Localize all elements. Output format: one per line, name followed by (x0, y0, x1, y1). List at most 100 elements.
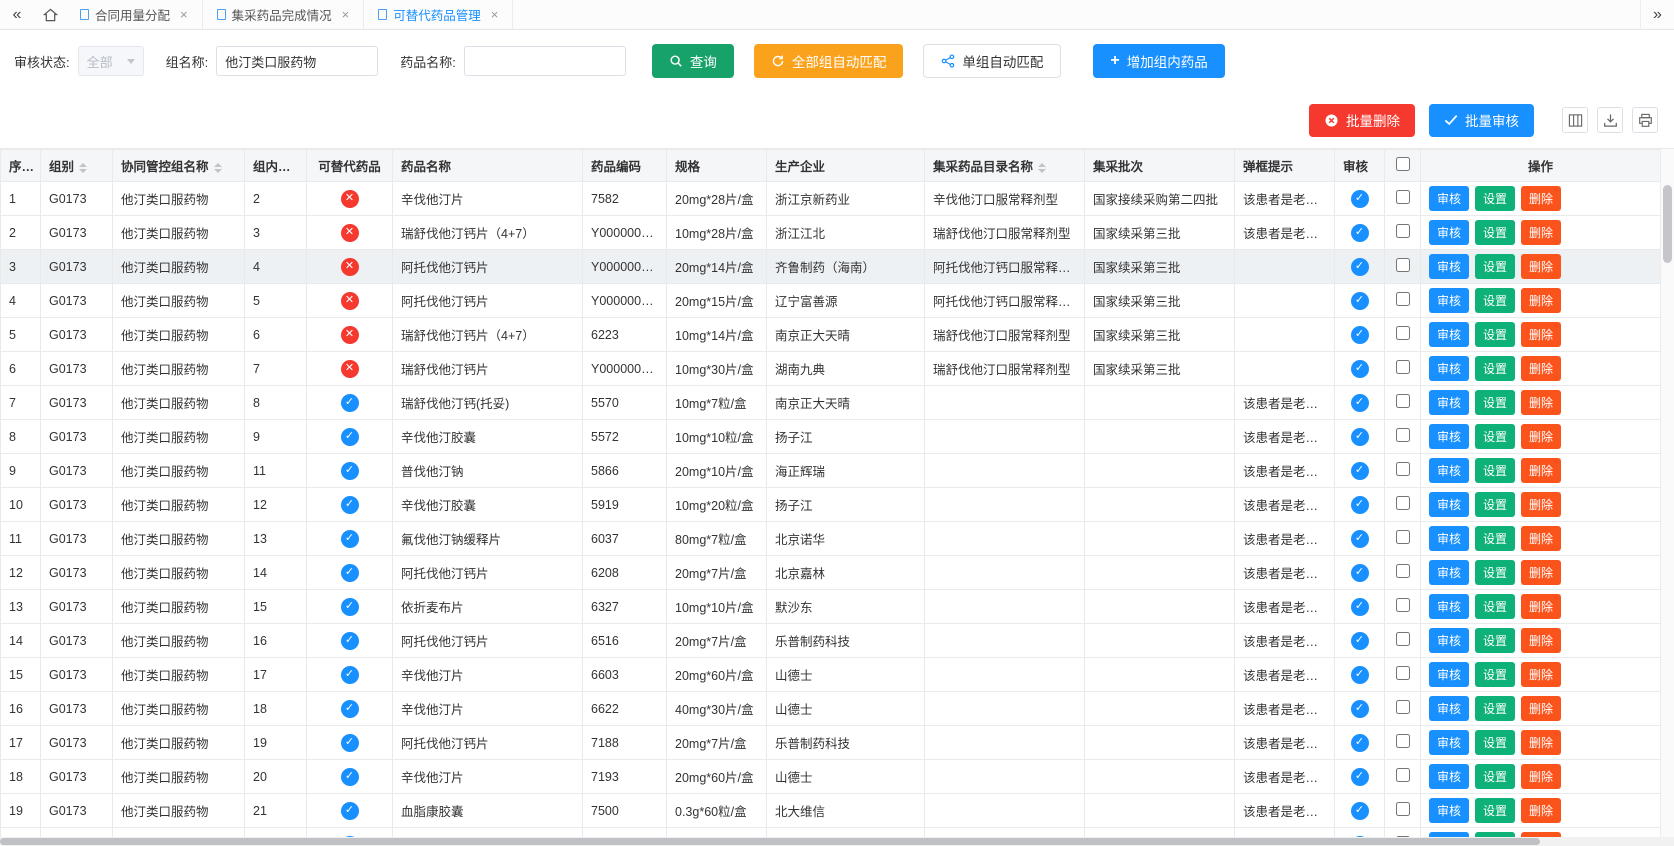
row-settings-button[interactable]: 设置 (1475, 186, 1515, 211)
row-delete-button[interactable]: 删除 (1521, 322, 1561, 347)
row-audit-button[interactable]: 审核 (1429, 730, 1469, 755)
row-audit-button[interactable]: 审核 (1429, 458, 1469, 483)
row-audit-button[interactable]: 审核 (1429, 356, 1469, 381)
audit-status-select[interactable]: 全部 (78, 46, 144, 76)
row-delete-button[interactable]: 删除 (1521, 288, 1561, 313)
row-delete-button[interactable]: 删除 (1521, 560, 1561, 585)
search-button[interactable]: 查询 (652, 44, 734, 78)
row-settings-button[interactable]: 设置 (1475, 288, 1515, 313)
row-settings-button[interactable]: 设置 (1475, 764, 1515, 789)
row-settings-button[interactable]: 设置 (1475, 662, 1515, 687)
batch-delete-button[interactable]: 批量删除 (1309, 104, 1415, 137)
row-checkbox[interactable] (1396, 190, 1410, 204)
row-checkbox[interactable] (1396, 700, 1410, 714)
row-checkbox[interactable] (1396, 598, 1410, 612)
row-delete-button[interactable]: 删除 (1521, 186, 1561, 211)
row-audit-button[interactable]: 审核 (1429, 662, 1469, 687)
vertical-scrollbar[interactable] (1660, 149, 1674, 846)
row-delete-button[interactable]: 删除 (1521, 492, 1561, 517)
row-checkbox[interactable] (1396, 326, 1410, 340)
row-settings-button[interactable]: 设置 (1475, 322, 1515, 347)
row-delete-button[interactable]: 删除 (1521, 220, 1561, 245)
column-header-group[interactable]: 组别 (41, 150, 113, 182)
row-settings-button[interactable]: 设置 (1475, 220, 1515, 245)
row-settings-button[interactable]: 设置 (1475, 356, 1515, 381)
row-settings-button[interactable]: 设置 (1475, 254, 1515, 279)
auto-match-single-button[interactable]: 单组自动匹配 (923, 44, 1061, 78)
row-checkbox[interactable] (1396, 530, 1410, 544)
row-audit-button[interactable]: 审核 (1429, 288, 1469, 313)
row-settings-button[interactable]: 设置 (1475, 696, 1515, 721)
row-audit-button[interactable]: 审核 (1429, 628, 1469, 653)
sort-icon[interactable] (214, 163, 222, 173)
row-checkbox[interactable] (1396, 632, 1410, 646)
row-audit-button[interactable]: 审核 (1429, 696, 1469, 721)
row-audit-button[interactable]: 审核 (1429, 322, 1469, 347)
row-delete-button[interactable]: 删除 (1521, 764, 1561, 789)
row-settings-button[interactable]: 设置 (1475, 798, 1515, 823)
row-settings-button[interactable]: 设置 (1475, 458, 1515, 483)
row-checkbox[interactable] (1396, 462, 1410, 476)
export-button[interactable] (1597, 107, 1623, 133)
row-checkbox[interactable] (1396, 496, 1410, 510)
home-icon[interactable] (34, 0, 66, 30)
batch-audit-button[interactable]: 批量审核 (1429, 104, 1534, 137)
scroll-tabs-left-icon[interactable]: « (0, 0, 34, 30)
row-delete-button[interactable]: 删除 (1521, 628, 1561, 653)
row-checkbox[interactable] (1396, 360, 1410, 374)
tab-item[interactable]: 集采药品完成情况× (203, 0, 365, 29)
row-settings-button[interactable]: 设置 (1475, 730, 1515, 755)
row-delete-button[interactable]: 删除 (1521, 798, 1561, 823)
sort-icon[interactable] (1038, 163, 1046, 173)
row-settings-button[interactable]: 设置 (1475, 628, 1515, 653)
row-settings-button[interactable]: 设置 (1475, 492, 1515, 517)
tab-item[interactable]: 可替代药品管理× (364, 0, 513, 29)
row-settings-button[interactable]: 设置 (1475, 390, 1515, 415)
group-name-input[interactable] (216, 46, 378, 76)
row-checkbox[interactable] (1396, 802, 1410, 816)
row-settings-button[interactable]: 设置 (1475, 526, 1515, 551)
row-delete-button[interactable]: 删除 (1521, 696, 1561, 721)
row-delete-button[interactable]: 删除 (1521, 662, 1561, 687)
scroll-tabs-right-icon[interactable]: » (1640, 0, 1674, 30)
row-checkbox[interactable] (1396, 224, 1410, 238)
row-audit-button[interactable]: 审核 (1429, 254, 1469, 279)
row-audit-button[interactable]: 审核 (1429, 560, 1469, 585)
auto-match-all-button[interactable]: 全部组自动匹配 (754, 44, 904, 78)
row-delete-button[interactable]: 删除 (1521, 254, 1561, 279)
select-all-checkbox[interactable] (1396, 157, 1410, 171)
row-checkbox[interactable] (1396, 292, 1410, 306)
row-delete-button[interactable]: 删除 (1521, 730, 1561, 755)
row-audit-button[interactable]: 审核 (1429, 186, 1469, 211)
row-audit-button[interactable]: 审核 (1429, 424, 1469, 449)
row-audit-button[interactable]: 审核 (1429, 764, 1469, 789)
row-audit-button[interactable]: 审核 (1429, 220, 1469, 245)
sort-icon[interactable] (79, 163, 87, 173)
row-audit-button[interactable]: 审核 (1429, 390, 1469, 415)
column-header-catalog[interactable]: 集采药品目录名称 (925, 150, 1085, 182)
row-audit-button[interactable]: 审核 (1429, 492, 1469, 517)
print-button[interactable] (1632, 107, 1658, 133)
row-checkbox[interactable] (1396, 258, 1410, 272)
column-header-group_name[interactable]: 协同管控组名称 (113, 150, 245, 182)
row-delete-button[interactable]: 删除 (1521, 356, 1561, 381)
drug-name-input[interactable] (464, 46, 626, 76)
row-delete-button[interactable]: 删除 (1521, 594, 1561, 619)
row-delete-button[interactable]: 删除 (1521, 424, 1561, 449)
row-audit-button[interactable]: 审核 (1429, 594, 1469, 619)
row-audit-button[interactable]: 审核 (1429, 526, 1469, 551)
row-settings-button[interactable]: 设置 (1475, 594, 1515, 619)
row-checkbox[interactable] (1396, 734, 1410, 748)
row-checkbox[interactable] (1396, 564, 1410, 578)
row-checkbox[interactable] (1396, 768, 1410, 782)
tab-item[interactable]: 合同用量分配× (66, 0, 203, 29)
row-settings-button[interactable]: 设置 (1475, 424, 1515, 449)
row-delete-button[interactable]: 删除 (1521, 526, 1561, 551)
horizontal-scrollbar-thumb[interactable] (0, 838, 1540, 845)
row-delete-button[interactable]: 删除 (1521, 390, 1561, 415)
add-group-drug-button[interactable]: + 增加组内药品 (1093, 44, 1224, 78)
close-icon[interactable]: × (491, 7, 499, 22)
column-settings-button[interactable] (1562, 107, 1588, 133)
row-audit-button[interactable]: 审核 (1429, 798, 1469, 823)
row-delete-button[interactable]: 删除 (1521, 458, 1561, 483)
